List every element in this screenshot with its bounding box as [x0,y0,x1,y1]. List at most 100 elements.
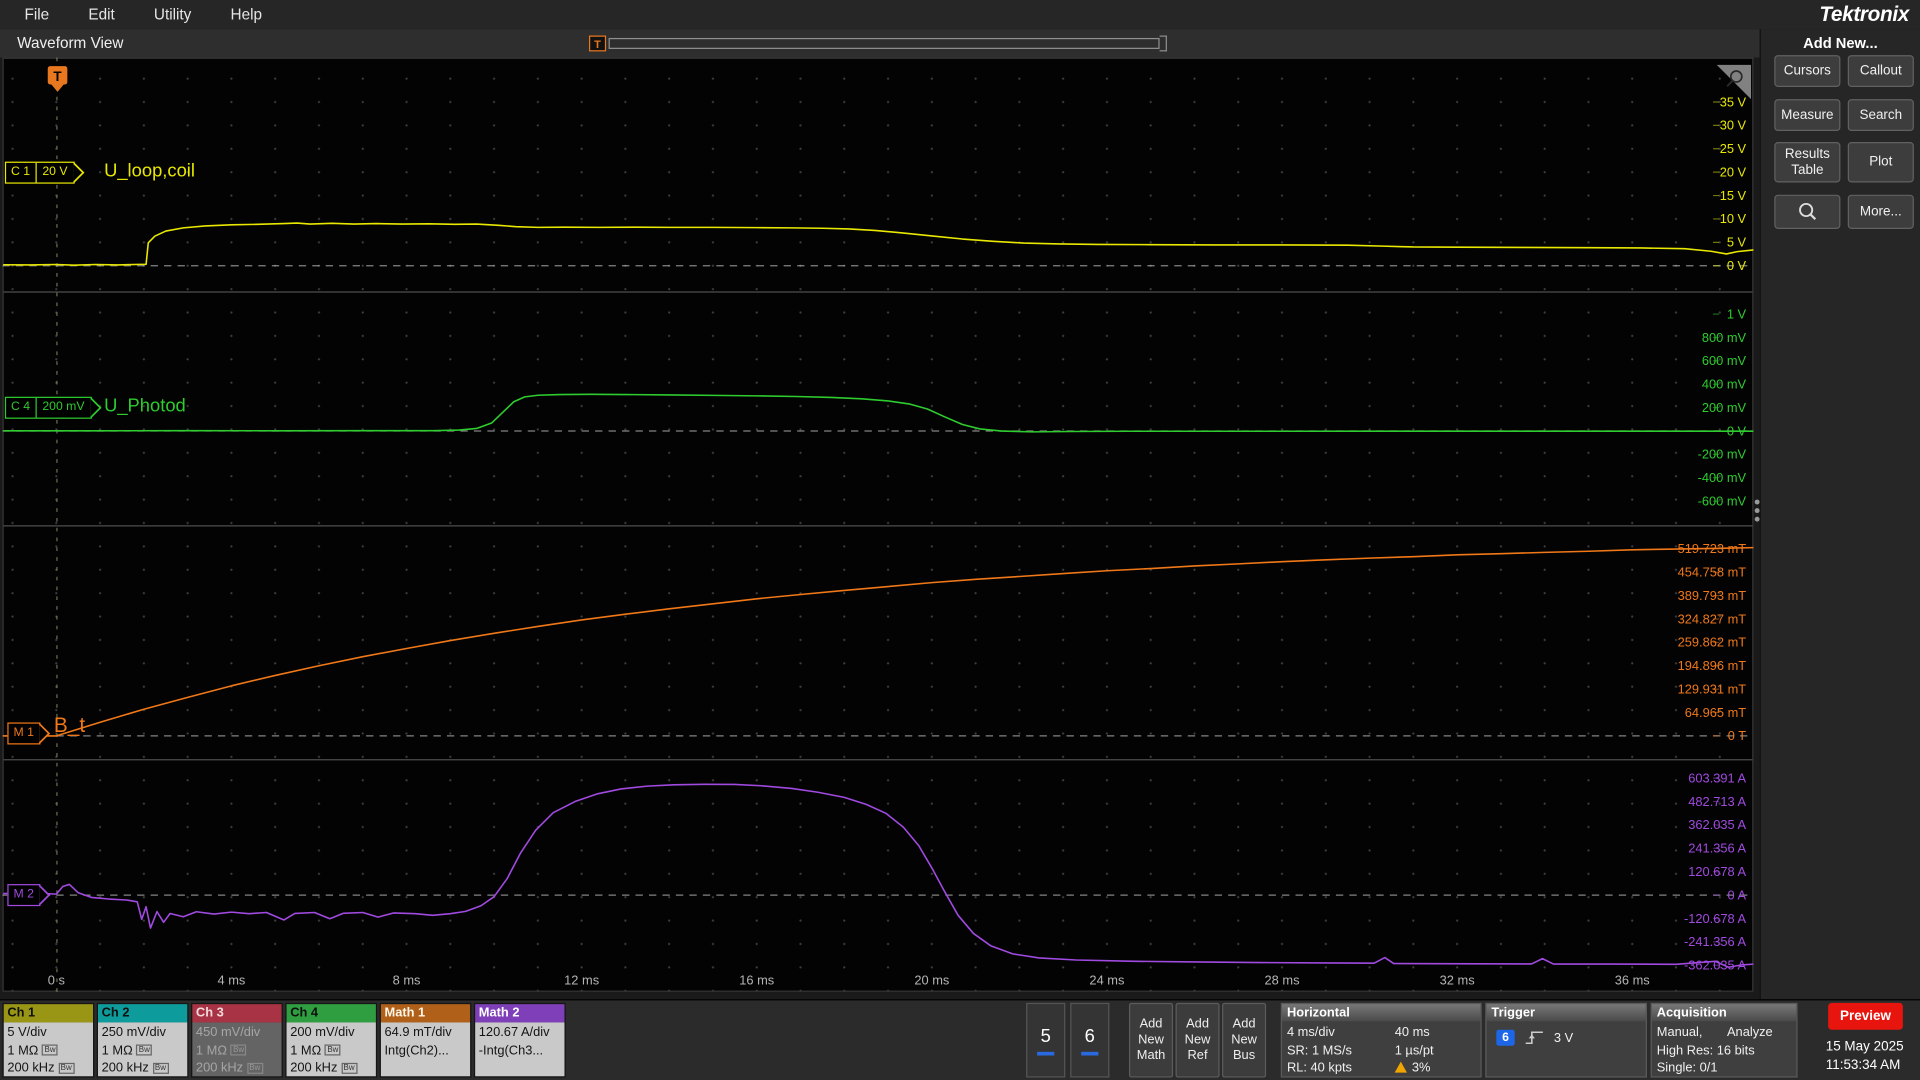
channel-badge-header: Ch 3 [192,1004,282,1023]
bandwidth-icon: Bw [152,1062,169,1074]
y-tick-label: 30 V [1720,118,1747,133]
channel-tag-label: C 4 [11,400,31,414]
sidebar-button-cursors[interactable]: Cursors [1774,55,1841,87]
navigator-trigger-marker[interactable]: T [588,35,607,52]
menu-item-help[interactable]: Help [211,1,282,28]
acquisition-panel-title: Acquisition [1651,1004,1797,1022]
horizontal-position-cell: 3% [1394,1059,1478,1077]
channel-tag-u-loop-coil[interactable]: C 1 20 V [4,161,85,184]
channel-badge-header: Ch 2 [97,1004,188,1023]
channel-bandwidth: 200 kHz Bw [290,1059,372,1076]
grid-dots [2,57,1754,992]
x-tick-label: 8 ms [393,972,421,987]
channel-badge-header: Math 2 [475,1004,565,1023]
menu-item-file[interactable]: File [5,1,69,28]
channel-badge-ch2[interactable]: Ch 2 250 mV/div 1 MΩ Bw 200 kHz Bw [96,1002,189,1078]
waveform-plot-area[interactable]: 35 V 30 V 25 V 20 V 15 V 10 V 5 V 0 V 1 V 800 mV 6… [2,57,1754,992]
y-tick-label: 324.827 mT [1678,611,1747,626]
sidebar-button-results-table[interactable]: Results Table [1774,142,1841,183]
y-tick-label: 454.758 mT [1678,564,1747,579]
horizontal-record-length: RL: 40 kpts [1286,1060,1352,1076]
channel-tag-u-photod[interactable]: C 4 200 mV [4,396,102,419]
waveform-canvas[interactable]: 35 V 30 V 25 V 20 V 15 V 10 V 5 V 0 V 1 V 800 mV 6… [2,57,1754,992]
menu-items: File Edit Utility Help [0,1,282,28]
y-tick-label: 389.793 mT [1678,588,1747,603]
y-tick-label: 241.356 A [1688,841,1746,856]
acquisition-panel[interactable]: Acquisition Manual, Analyze High Res: 16… [1650,1002,1798,1078]
trigger-panel[interactable]: Trigger 6 3 V [1485,1002,1647,1078]
x-tick-label: 32 ms [1440,972,1475,987]
channel-badge-header: Ch 4 [286,1004,376,1023]
sidebar-button-search[interactable]: Search [1847,99,1914,132]
channel-scale: 200 mV/div [290,1024,355,1040]
acquisition-mode: Manual, [1656,1024,1703,1040]
oscilloscope-app: File Edit Utility Help Tektronix Waveform V… [0,0,1920,1080]
trigger-panel-title: Trigger [1486,1004,1646,1022]
horizontal-resolution: 1 µs/pt [1394,1042,1434,1058]
channel-impedance: Intg(Ch2)... [384,1042,449,1058]
y-tick-label: 0 A [1728,887,1747,902]
x-tick-label: 24 ms [1089,972,1124,987]
channel-badge-ch4[interactable]: Ch 4 200 mV/div 1 MΩ Bw 200 kHz Bw [285,1002,378,1078]
sidebar-button-callout[interactable]: Callout [1847,55,1914,87]
y-tick-label: 0 T [1728,728,1746,743]
menu-item-utility[interactable]: Utility [134,1,211,28]
sidebar-button-plot[interactable]: Plot [1847,142,1914,183]
x-tick-label: 12 ms [564,972,599,987]
date-label: 15 May 2025 [1825,1039,1904,1055]
channel-tag-label: C 1 [11,165,31,179]
sidebar-button-more[interactable]: More... [1847,194,1914,229]
add-new-add-ref-button[interactable]: Add New Ref [1175,1002,1220,1078]
y-tick-label: 259.862 mT [1678,635,1747,650]
sidebar-button-zoom[interactable] [1774,194,1841,229]
add-button-label: Add New Bus [1231,1016,1257,1063]
y-tick-label: -200 mV [1698,447,1747,462]
channel-badge-header: Math 1 [380,1004,471,1023]
navigator-position-bar[interactable] [608,37,1160,49]
sidebar-button-measure[interactable]: Measure [1774,99,1841,132]
channel-bandwidth: 200 kHz Bw [196,1059,278,1076]
bandwidth-icon: Bw [324,1044,341,1056]
channel-scale: 64.9 mT/div [384,1024,452,1040]
channel-badge-body: 250 mV/div 1 MΩ Bw 200 kHz Bw [97,1022,188,1077]
channel-badge-math2[interactable]: Math 2 120.67 A/div -Intg(Ch3... [473,1002,566,1078]
y-tick-label: -362.035 A [1684,958,1747,973]
bandwidth-icon: Bw [230,1044,247,1056]
mini-badge-accent [1081,1051,1099,1055]
channel-mini-badge-5[interactable]: 5 [1026,1002,1066,1078]
channel-mini-badge-6[interactable]: 6 [1070,1002,1110,1078]
channel-tag-scale: 20 V [34,162,74,183]
add-new-add-bus-button[interactable]: Add New Bus [1222,1002,1267,1078]
mini-badge-number: 5 [1040,1025,1051,1047]
bandwidth-icon: Bw [246,1062,263,1074]
y-tick-label: 5 V [1727,235,1747,250]
channel-tag-scale: 200 mV [34,397,91,418]
add-new-add-math-button[interactable]: Add New Math [1128,1002,1174,1078]
channel-badge-ch1[interactable]: Ch 15 V/div 1 MΩ Bw 200 kHz Bw [2,1002,95,1078]
y-tick-label: 25 V [1720,141,1747,156]
y-tick-label: 0 V [1727,423,1747,438]
channel-scale: 5 V/div [7,1024,47,1040]
trigger-panel-body: 6 3 V [1487,1021,1646,1046]
sidebar-title: Add New... [1803,34,1878,52]
horizontal-window: 40 ms [1394,1024,1430,1040]
channel-tag-m2-current[interactable]: M 2 [7,884,50,907]
horizontal-panel[interactable]: Horizontal 4 ms/div 40 ms SR: 1 MS/s 1 µ… [1280,1002,1482,1078]
channel-scale: 450 mV/div [195,1024,261,1040]
y-tick-label: 400 mV [1702,377,1747,392]
channel-badge-ch3[interactable]: Ch 3 450 mV/div 1 MΩ Bw 200 kHz Bw [191,1002,283,1078]
channel-impedance: 1 MΩ Bw [290,1041,372,1059]
channel-tag-b-t[interactable]: M 1 [7,722,50,745]
channel-badge-math1[interactable]: Math 1 64.9 mT/div Intg(Ch2)... [379,1002,472,1078]
horizontal-position: 3% [1411,1060,1431,1076]
acquisition-single: Single: 0/1 [1656,1060,1718,1076]
menu-item-edit[interactable]: Edit [69,1,135,28]
preview-button[interactable]: Preview [1828,1002,1903,1030]
bandwidth-icon: Bw [136,1044,153,1056]
y-tick-label: 519.723 mT [1678,541,1747,556]
channel-bandwidth: 200 kHz Bw [7,1059,89,1076]
y-tick-label: 129.931 mT [1678,681,1747,696]
horizontal-scale: 4 ms/div [1286,1024,1335,1040]
y-tick-label: 64.965 mT [1685,705,1747,720]
mini-badge-number: 6 [1084,1025,1095,1047]
